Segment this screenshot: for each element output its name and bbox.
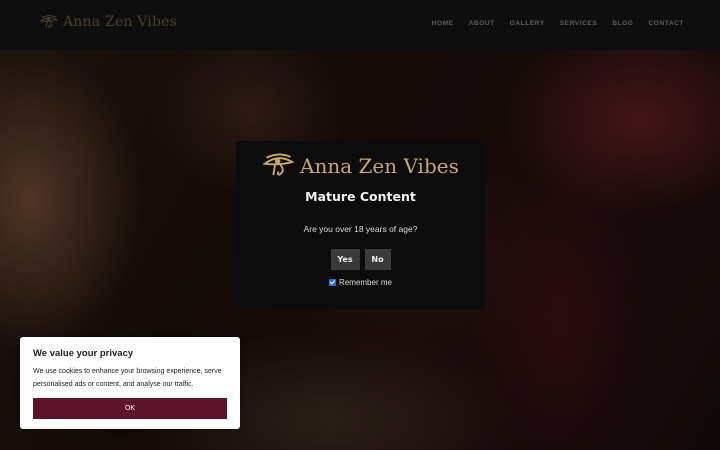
- nav-home[interactable]: HOME: [432, 20, 454, 27]
- remember-me[interactable]: Remember me: [236, 278, 485, 287]
- age-question: Are you over 18 years of age?: [303, 224, 418, 234]
- modal-brand-name: Anna Zen Vibes: [300, 153, 459, 178]
- nav-blog[interactable]: BLOG: [612, 20, 633, 27]
- header-brand-name: Anna Zen Vibes: [63, 14, 177, 30]
- remember-checkbox[interactable]: [329, 279, 337, 286]
- modal-logo: Anna Zen Vibes: [263, 153, 459, 178]
- nav-about[interactable]: ABOUT: [469, 20, 495, 27]
- age-verification-modal: Anna Zen Vibes Mature Content Are you ov…: [236, 141, 485, 309]
- cookie-banner: We value your privacy We use cookies to …: [20, 337, 240, 429]
- cookie-ok-button[interactable]: OK: [33, 398, 227, 419]
- nav-contact[interactable]: CONTACT: [649, 20, 685, 27]
- modal-title: Mature Content: [305, 189, 416, 204]
- nav-gallery[interactable]: GALLERY: [510, 20, 545, 27]
- cookie-title: We value your privacy: [33, 348, 134, 359]
- eye-of-horus-icon: [263, 153, 294, 176]
- no-button[interactable]: No: [364, 249, 391, 270]
- yes-button[interactable]: Yes: [330, 249, 360, 270]
- age-buttons: Yes No: [236, 249, 485, 270]
- remember-label: Remember me: [339, 278, 392, 287]
- cookie-body: We use cookies to enhance your browsing …: [33, 368, 222, 388]
- header-logo[interactable]: Anna Zen Vibes: [40, 14, 177, 30]
- eye-of-horus-icon: [40, 15, 58, 28]
- main-nav: HOME ABOUT GALLERY SERVICES BLOG CONTACT: [432, 20, 684, 27]
- site-header: Anna Zen Vibes HOME ABOUT GALLERY SERVIC…: [0, 0, 720, 50]
- nav-services[interactable]: SERVICES: [560, 20, 598, 27]
